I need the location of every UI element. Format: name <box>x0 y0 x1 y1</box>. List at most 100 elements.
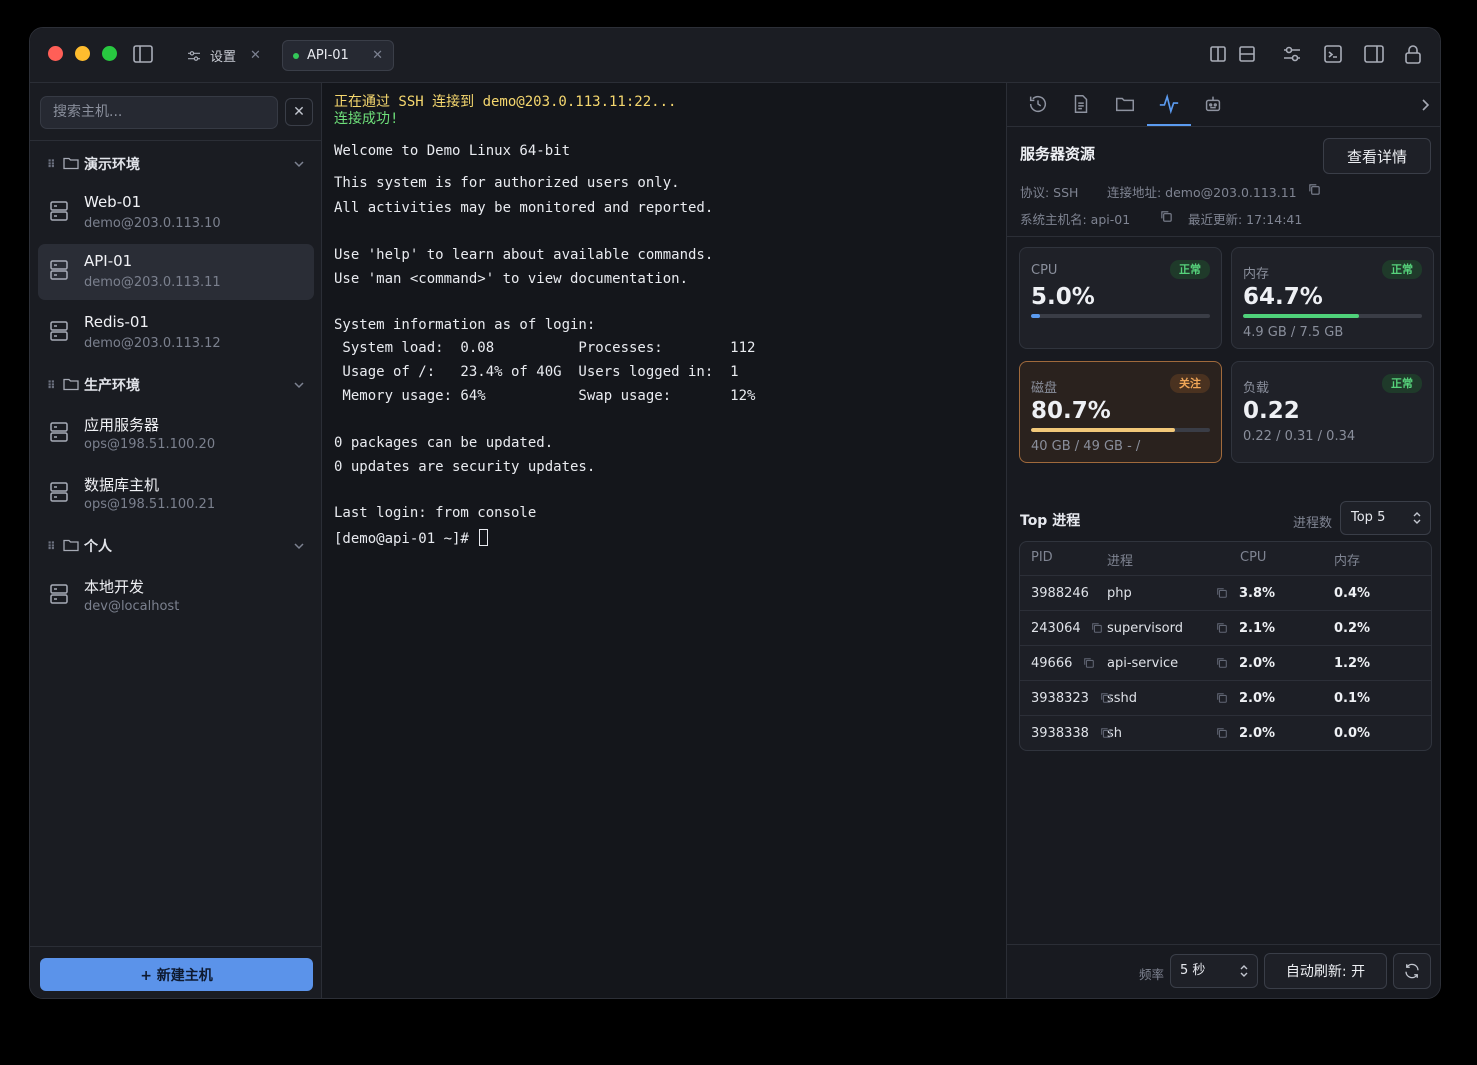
table-row[interactable]: 3938338 sh 2.0% 0.0% <box>1020 715 1431 750</box>
chevron-down-icon[interactable] <box>292 378 306 392</box>
folder-icon <box>63 378 79 391</box>
host-item-app-server[interactable]: 应用服务器 ops@198.51.100.20 <box>38 406 314 462</box>
card-value: 64.7% <box>1243 284 1323 310</box>
copy-icon[interactable] <box>1216 587 1228 599</box>
history-icon[interactable] <box>1027 93 1049 115</box>
host-name: 本地开发 <box>84 578 145 596</box>
host-item-web-01[interactable]: Web-01 demo@203.0.113.10 <box>38 185 314 241</box>
terminal-line: This system is for authorized users only… <box>334 175 680 191</box>
usage-bar-fill <box>1031 314 1040 318</box>
settings-sliders-icon[interactable] <box>1280 42 1304 66</box>
tab-settings-close-icon[interactable]: ✕ <box>250 48 261 63</box>
group-name: 生产环境 <box>84 378 140 394</box>
split-vertical-icon[interactable] <box>1206 42 1230 66</box>
cpu-card: CPU 正常 5.0% <box>1019 247 1222 349</box>
copy-icon[interactable] <box>1160 210 1173 223</box>
copy-icon[interactable] <box>1216 622 1228 634</box>
host-item-db-host[interactable]: 数据库主机 ops@198.51.100.21 <box>38 466 314 522</box>
zoom-window-button[interactable] <box>102 46 117 61</box>
process-count-select[interactable]: Top 5 <box>1340 501 1431 535</box>
terminal-line: Use 'man <command>' to view documentatio… <box>334 271 689 287</box>
terminal-line: All activities may be monitored and repo… <box>334 200 714 216</box>
copy-icon[interactable] <box>1308 183 1321 196</box>
cell-process: api-service <box>1107 656 1179 671</box>
updown-chevron-icon <box>1240 965 1248 977</box>
view-details-button[interactable]: 查看详情 <box>1323 138 1431 174</box>
drag-handle-icon[interactable]: ⠿ <box>47 379 56 392</box>
table-row[interactable]: 3988246 php 3.8% 0.4% <box>1020 575 1431 610</box>
search-input[interactable]: 搜索主机... <box>40 96 278 129</box>
sliders-icon <box>188 50 200 61</box>
chevron-right-icon[interactable] <box>1417 97 1433 113</box>
tab-api-01-close-icon[interactable]: ✕ <box>372 48 383 63</box>
copy-icon[interactable] <box>1216 692 1228 704</box>
document-icon[interactable] <box>1070 93 1092 115</box>
cell-cpu: 2.0% <box>1239 691 1276 706</box>
minimize-window-button[interactable] <box>75 46 90 61</box>
usage-bar <box>1243 314 1422 318</box>
host-name: 应用服务器 <box>84 416 160 434</box>
tab-settings[interactable]: 设置 ✕ <box>180 40 267 71</box>
terminal-window-icon[interactable] <box>1321 42 1345 66</box>
sidebar-divider <box>30 140 322 141</box>
table-row[interactable]: 3938323 sshd 2.0% 0.1% <box>1020 680 1431 715</box>
card-value: 0.22 <box>1243 398 1300 424</box>
group-demo[interactable]: ⠿ 演示环境 <box>30 151 322 177</box>
group-personal[interactable]: ⠿ 个人 <box>30 533 322 559</box>
cell-cpu: 2.0% <box>1239 726 1276 741</box>
chevron-down-icon[interactable] <box>292 157 306 171</box>
robot-icon[interactable] <box>1202 93 1224 115</box>
refresh-button[interactable] <box>1393 953 1431 989</box>
host-item-local-dev[interactable]: 本地开发 dev@localhost <box>38 568 314 624</box>
terminal-line: Welcome to Demo Linux 64-bit <box>334 143 571 159</box>
protocol-label: 协议: SSH <box>1020 185 1079 200</box>
server-icon <box>50 584 68 604</box>
copy-icon[interactable] <box>1091 622 1103 634</box>
table-header: PID 进程 CPU 内存 <box>1020 542 1431 575</box>
frequency-select[interactable]: 5 秒 <box>1170 954 1258 988</box>
split-horizontal-icon[interactable] <box>1235 42 1259 66</box>
last-updated-label: 最近更新: 17:14:41 <box>1188 212 1303 227</box>
table-row[interactable]: 49666 api-service 2.0% 1.2% <box>1020 645 1431 680</box>
folder-tab-icon[interactable] <box>1114 93 1136 115</box>
lock-icon[interactable] <box>1401 42 1425 66</box>
chevron-down-icon[interactable] <box>292 539 306 553</box>
auto-refresh-toggle[interactable]: 自动刷新: 开 <box>1264 953 1387 989</box>
cell-pid: 3938323 <box>1031 691 1089 706</box>
tab-api-01[interactable]: API-01 ✕ <box>282 40 394 71</box>
copy-icon[interactable] <box>1216 727 1228 739</box>
clear-search-button[interactable]: ✕ <box>285 98 313 126</box>
cell-pid: 49666 <box>1031 656 1073 671</box>
copy-icon[interactable] <box>1216 657 1228 669</box>
terminal-view[interactable]: 正在通过 SSH 连接到 demo@203.0.113.11:22... 连接成… <box>322 83 1007 998</box>
cell-memory: 0.2% <box>1334 621 1371 636</box>
table-row[interactable]: 243064 supervisord 2.1% 0.2% <box>1020 610 1431 645</box>
app-window: 设置 ✕ API-01 ✕ 搜索主机... ✕ ⠿ 演示环境 Web-01 de… <box>29 27 1441 999</box>
copy-icon[interactable] <box>1083 657 1095 669</box>
host-name: Web-01 <box>84 193 142 211</box>
server-icon <box>50 422 68 442</box>
host-item-redis-01[interactable]: Redis-01 demo@203.0.113.12 <box>38 305 314 361</box>
copy-icon[interactable] <box>1100 727 1112 739</box>
tab-settings-label: 设置 <box>210 50 237 65</box>
server-icon <box>50 201 68 221</box>
new-host-button[interactable]: + 新建主机 <box>40 958 313 991</box>
cell-pid: 3988246 <box>1031 586 1089 601</box>
cell-process: supervisord <box>1107 621 1184 636</box>
panel-tab-bar <box>1007 83 1440 127</box>
host-item-api-01[interactable]: API-01 demo@203.0.113.11 <box>38 244 314 300</box>
right-panel-toggle-icon[interactable] <box>1362 42 1386 66</box>
sidebar-toggle-icon[interactable] <box>131 42 155 66</box>
server-icon <box>50 321 68 341</box>
copy-icon[interactable] <box>1100 692 1112 704</box>
activity-icon[interactable] <box>1158 93 1180 115</box>
cell-cpu: 3.8% <box>1239 586 1276 601</box>
cell-cpu: 2.1% <box>1239 621 1276 636</box>
load-card: 负载 正常 0.22 0.22 / 0.31 / 0.34 <box>1231 361 1434 463</box>
terminal-line: 连接成功! <box>334 111 399 127</box>
status-badge: 正常 <box>1382 260 1422 279</box>
close-window-button[interactable] <box>48 46 63 61</box>
group-production[interactable]: ⠿ 生产环境 <box>30 372 322 398</box>
drag-handle-icon[interactable]: ⠿ <box>47 540 56 553</box>
drag-handle-icon[interactable]: ⠿ <box>47 158 56 171</box>
